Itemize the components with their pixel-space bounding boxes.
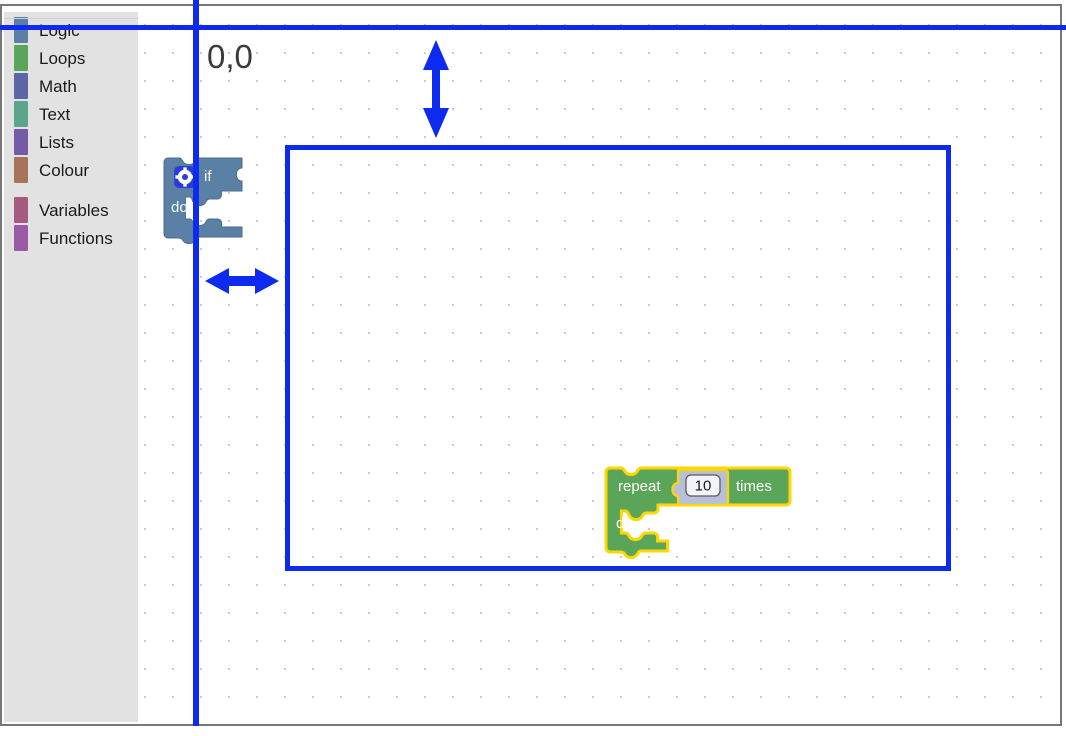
sidebar-item-label: Lists — [39, 132, 74, 152]
category-colour-swatch-logic — [14, 17, 28, 43]
sidebar-item-label: Loops — [39, 48, 86, 68]
block-controls-if-shape[interactable]: if do — [163, 157, 274, 248]
sidebar-item-label: Variables — [39, 200, 109, 220]
category-colour-swatch-functions — [14, 225, 28, 251]
category-colour-swatch-lists — [14, 129, 28, 155]
category-colour-swatch-text — [14, 101, 28, 127]
sidebar-item-loops[interactable]: Loops — [4, 44, 138, 72]
sidebar-item-lists[interactable]: Lists — [4, 128, 138, 156]
sidebar-item-math[interactable]: Math — [4, 72, 138, 100]
category-colour-swatch-colour — [14, 157, 28, 183]
blockly-toolbox[interactable]: Logic Loops Math Text Lists Colour Varia… — [4, 12, 138, 722]
workspace-left-edge-marker — [193, 0, 199, 726]
block-if-label: if — [204, 168, 212, 185]
category-colour-swatch-loops — [14, 45, 28, 71]
sidebar-item-text[interactable]: Text — [4, 100, 138, 128]
toolbox-separator — [4, 18, 138, 196]
sidebar-item-logic[interactable]: Logic — [4, 16, 138, 44]
sidebar-item-label: Colour — [39, 160, 90, 180]
block-if-do-label: do — [171, 199, 188, 216]
sidebar-item-colour[interactable]: Colour — [4, 156, 138, 184]
toolbox-separator-line — [4, 18, 138, 19]
workspace-top-edge-marker — [0, 25, 1066, 30]
content-bounding-box — [285, 145, 951, 571]
category-colour-swatch-math — [14, 73, 28, 99]
sidebar-item-functions[interactable]: Functions — [4, 224, 138, 252]
origin-coordinate-label: 0,0 — [207, 38, 253, 75]
sidebar-item-label: Text — [39, 104, 71, 124]
sidebar-item-label: Functions — [39, 228, 113, 248]
category-colour-swatch-variables — [14, 197, 28, 223]
horizontal-offset-arrow-shape — [205, 268, 279, 294]
horizontal-offset-arrow — [205, 268, 279, 294]
vertical-offset-arrow — [423, 40, 449, 138]
blockly-app-root: Logic Loops Math Text Lists Colour Varia… — [0, 0, 1066, 736]
sidebar-item-label: Math — [39, 76, 77, 96]
vertical-offset-arrow-shape — [423, 40, 449, 138]
block-controls-if[interactable]: if do — [163, 157, 274, 248]
sidebar-item-variables[interactable]: Variables — [4, 196, 138, 224]
